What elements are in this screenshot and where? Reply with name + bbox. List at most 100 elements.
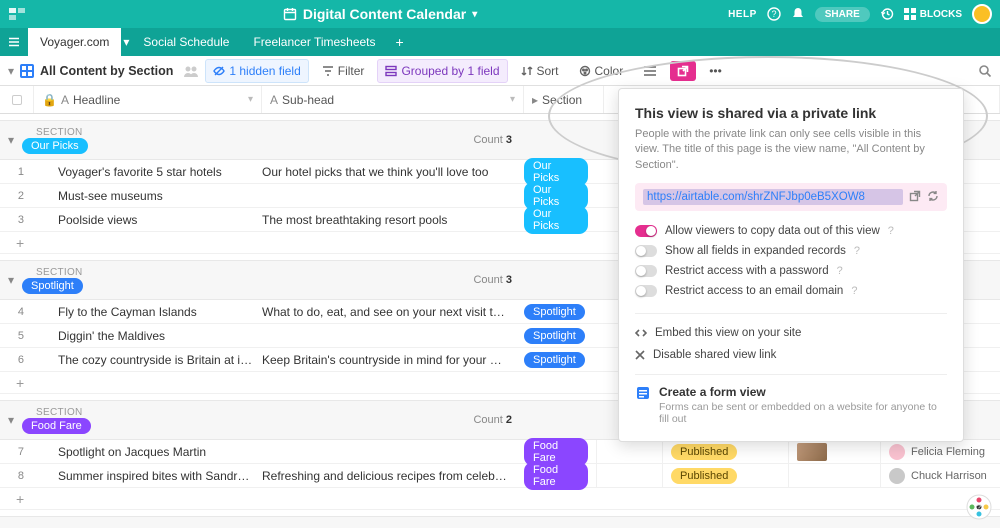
tab-voyager[interactable]: Voyager.com	[28, 28, 121, 56]
more-tool[interactable]: •••	[702, 60, 729, 82]
section-pill: Food Fare	[22, 418, 91, 434]
cell-headline[interactable]: Voyager's favorite 5 star hotels	[26, 165, 254, 179]
group-header[interactable]: ▾SECTION	[0, 516, 1000, 528]
section-pill: Spotlight	[22, 278, 83, 294]
cell-headline[interactable]: Spotlight on Jacques Martin	[26, 445, 254, 459]
toggle[interactable]	[635, 285, 657, 297]
disable-action[interactable]: Disable shared view link	[635, 344, 947, 366]
cell-headline[interactable]: The cozy countryside is Britain at its b…	[26, 353, 254, 367]
cell-section-pill: Spotlight	[524, 328, 585, 344]
cell-section-pill: Food Fare	[524, 462, 588, 490]
open-link-icon[interactable]	[909, 190, 921, 205]
caret-down-icon[interactable]: ▾	[8, 273, 22, 287]
svg-text:?: ?	[977, 505, 981, 512]
col-headline[interactable]: 🔒AHeadline▾	[34, 86, 262, 113]
cell-headline[interactable]: Summer inspired bites with Sandra Key	[26, 469, 254, 483]
table-row[interactable]: 7 Spotlight on Jacques Martin Food Fare …	[0, 440, 1000, 464]
author-avatar	[889, 444, 905, 460]
cell-headline[interactable]: Must-see museums	[26, 189, 254, 203]
section-pill: Our Picks	[22, 138, 88, 154]
share-url[interactable]: https://airtable.com/shrZNFJbp0eB5XOW8	[643, 189, 903, 205]
collaborators-icon[interactable]	[183, 65, 199, 77]
share-view-button[interactable]	[670, 61, 696, 81]
cell-section-pill: Spotlight	[524, 304, 585, 320]
share-option: Restrict access with a password?	[635, 261, 947, 281]
cell-subhead[interactable]: Refreshing and delicious recipes from ce…	[254, 469, 516, 483]
bell-icon[interactable]	[791, 7, 805, 21]
cell-section-pill: Spotlight	[524, 352, 585, 368]
regenerate-link-icon[interactable]	[927, 190, 939, 205]
col-subhead[interactable]: ASub-head▾	[262, 86, 524, 113]
cell-headline[interactable]: Diggin' the Maldives	[26, 329, 254, 343]
group-tool[interactable]: Grouped by 1 field	[377, 59, 507, 83]
tab-freelancer[interactable]: Freelancer Timesheets	[241, 28, 387, 56]
help-icon[interactable]: ?	[837, 265, 843, 277]
share-button[interactable]: SHARE	[815, 7, 870, 22]
cell-section-pill: Our Picks	[524, 206, 588, 234]
status-pill: Published	[671, 444, 737, 460]
cell-headline[interactable]: Poolside views	[26, 213, 254, 227]
popover-title: This view is shared via a private link	[635, 105, 947, 121]
collapse-icon[interactable]: ▾	[8, 64, 14, 78]
blocks-button[interactable]: BLOCKS	[904, 8, 962, 20]
create-form-section[interactable]: Create a form view Forms can be sent or …	[635, 374, 947, 425]
chevron-down-icon: ▾	[510, 94, 515, 105]
embed-icon	[635, 327, 647, 339]
filter-tool[interactable]: Filter	[315, 60, 372, 82]
history-icon[interactable]	[880, 7, 894, 21]
share-option: Allow viewers to copy data out of this v…	[635, 221, 947, 241]
grid-view-icon	[20, 64, 34, 78]
table-tabs: Voyager.com▾ Social Schedule Freelancer …	[0, 28, 1000, 56]
form-icon	[635, 385, 651, 425]
close-icon	[635, 350, 645, 360]
toggle[interactable]	[635, 245, 657, 257]
help-icon[interactable]: ?	[888, 225, 894, 237]
caret-down-icon[interactable]: ▾	[8, 413, 22, 427]
share-link-box: https://airtable.com/shrZNFJbp0eB5XOW8	[635, 183, 947, 211]
help-icon[interactable]: ?	[767, 7, 781, 21]
calendar-icon	[283, 7, 297, 21]
add-tab-button[interactable]: +	[388, 34, 412, 50]
caret-down-icon[interactable]: ▾	[8, 133, 22, 147]
add-row-button[interactable]: +	[0, 488, 1000, 510]
table-row[interactable]: 8 Summer inspired bites with Sandra Key …	[0, 464, 1000, 488]
base-title[interactable]: Digital Content Calendar	[303, 6, 466, 22]
cell-subhead[interactable]: Our hotel picks that we think you'll lov…	[254, 165, 516, 179]
share-popover: This view is shared via a private link P…	[618, 88, 964, 442]
status-pill: Published	[671, 468, 737, 484]
col-section[interactable]: ▸Section	[524, 86, 604, 113]
search-icon[interactable]	[978, 64, 992, 78]
toggle[interactable]	[635, 225, 657, 237]
sort-tool[interactable]: Sort	[514, 60, 566, 82]
form-desc: Forms can be sent or embedded on a websi…	[659, 401, 947, 425]
svg-text:?: ?	[771, 9, 776, 19]
row-height-tool[interactable]	[636, 61, 664, 81]
color-tool[interactable]: Color	[572, 60, 631, 82]
cell-subhead[interactable]: What to do, eat, and see on your next vi…	[254, 305, 516, 319]
help-icon[interactable]: ?	[854, 245, 860, 257]
author-avatar	[889, 468, 905, 484]
view-toolbar: ▾ All Content by Section 1 hidden field …	[0, 56, 1000, 86]
tab-social[interactable]: Social Schedule	[131, 28, 241, 56]
cell-subhead[interactable]: The most breathtaking resort pools	[254, 213, 516, 227]
user-avatar[interactable]	[972, 4, 992, 24]
share-options: Allow viewers to copy data out of this v…	[635, 221, 947, 301]
hamburger-icon[interactable]	[0, 35, 28, 49]
share-option: Show all fields in expanded records?	[635, 241, 947, 261]
app-topbar: Digital Content Calendar ▾ HELP ? SHARE …	[0, 0, 1000, 28]
app-logo-icon	[8, 5, 26, 23]
chevron-down-icon: ▾	[248, 94, 253, 105]
toggle[interactable]	[635, 265, 657, 277]
view-name[interactable]: All Content by Section	[40, 64, 173, 78]
help-widget[interactable]: ?	[966, 494, 992, 520]
cell-headline[interactable]: Fly to the Cayman Islands	[26, 305, 254, 319]
embed-action[interactable]: Embed this view on your site	[635, 322, 947, 344]
select-all-checkbox[interactable]	[12, 95, 22, 105]
cell-subhead[interactable]: Keep Britain's countryside in mind for y…	[254, 353, 516, 367]
help-link[interactable]: HELP	[728, 9, 757, 20]
help-icon[interactable]: ?	[851, 285, 857, 297]
chevron-down-icon[interactable]: ▾	[472, 9, 477, 20]
share-actions: Embed this view on your site Disable sha…	[635, 313, 947, 366]
thumbnail	[797, 443, 827, 461]
hidden-fields-tool[interactable]: 1 hidden field	[205, 59, 308, 83]
